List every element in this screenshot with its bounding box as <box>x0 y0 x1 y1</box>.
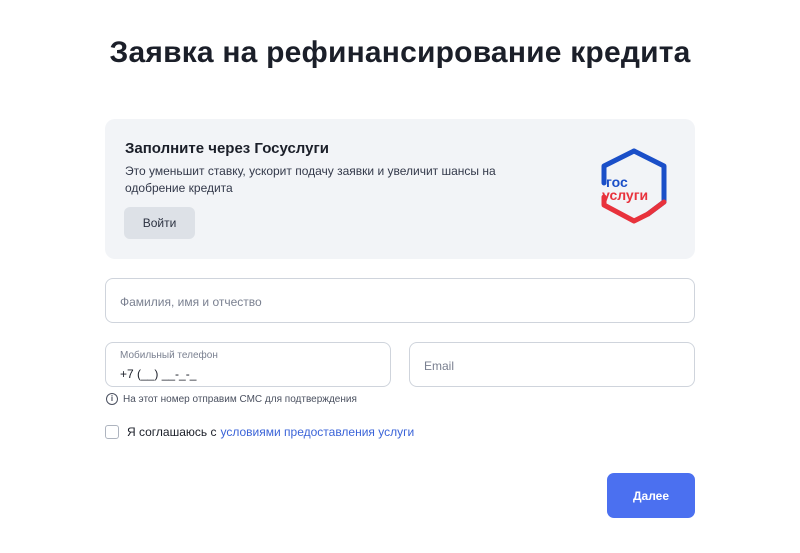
page-title: Заявка на рефинансирование кредита <box>109 36 691 69</box>
fio-input[interactable] <box>120 294 680 310</box>
email-field[interactable] <box>409 342 695 387</box>
gosuslugi-title: Заполните через Госуслуги <box>125 140 329 157</box>
phone-input[interactable] <box>120 366 370 382</box>
logo-text-uslugi: услуги <box>602 187 648 203</box>
consent-row: Я соглашаюсь с условиями предоставления … <box>105 425 414 439</box>
phone-hint-text: На этот номер отправим СМС для подтвержд… <box>123 393 357 405</box>
phone-field[interactable]: Мобильный телефон <box>105 342 391 387</box>
email-input[interactable] <box>424 358 674 374</box>
consent-text: Я соглашаюсь с <box>127 425 217 439</box>
consent-checkbox[interactable] <box>105 425 119 439</box>
fio-field[interactable] <box>105 278 695 323</box>
gosuslugi-login-button[interactable]: Войти <box>124 207 195 239</box>
consent-terms-link[interactable]: условиями предоставления услуги <box>220 425 414 439</box>
info-icon: i <box>106 393 118 405</box>
phone-hint: i На этот номер отправим СМС для подтвер… <box>106 393 357 405</box>
next-button[interactable]: Далее <box>607 473 695 518</box>
gosuslugi-card: Заполните через Госуслуги Это уменьшит с… <box>105 119 695 259</box>
phone-label: Мобильный телефон <box>120 350 218 361</box>
gosuslugi-description: Это уменьшит ставку, ускорит подачу заяв… <box>125 164 496 195</box>
gosuslugi-logo: гос услуги <box>601 148 667 224</box>
